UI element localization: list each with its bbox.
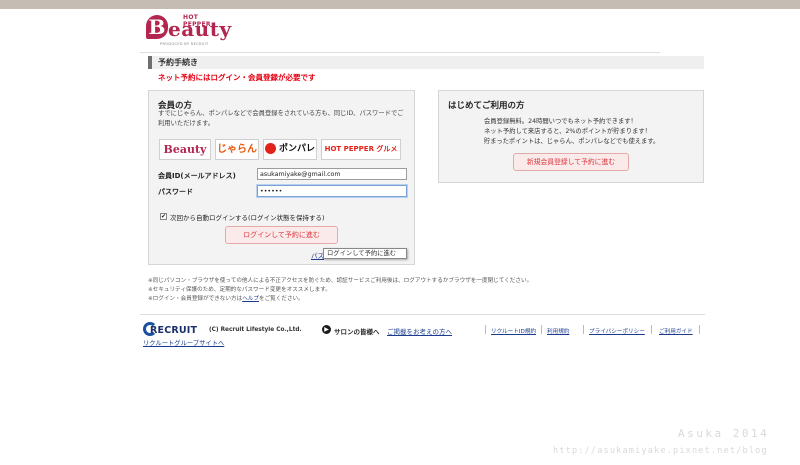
new-user-benefits: 会員登録無料。24時間いつでもネット予約できます！ ネット予約して来店すると、2… [484,117,684,147]
member-id-label: 会員ID(メールアドレス) [158,172,236,180]
login-required-notice: ネット予約にはログイン・会員登録が必要です [158,73,316,82]
member-description: すでにじゃらん、ポンパレなどで会員登録をされている方も、同じID、パスワードでご… [158,110,404,127]
brand-ponpare-logo: ポンパレ [263,139,317,160]
new-user-heading: はじめてご利用の方 [448,101,525,111]
auto-login-checkbox[interactable]: ✔ [160,213,167,220]
note-line: ※同じパソコン・ブラウザを使っての他人による不正アクセスを防ぐため、認証サービス… [148,278,533,284]
logo-b-mark: B [146,15,168,39]
footer-separator [699,325,700,334]
logo-beauty-text: eauty [168,17,232,41]
arrow-circle-icon: ▶ [322,325,331,334]
salon-label: サロンの皆様へ [334,328,380,336]
note-text: ※ログイン・会員登録ができない方は [148,296,243,302]
password-input[interactable] [257,185,407,197]
footer-separator [485,325,486,334]
brand-jalan-logo: じゃらん [215,139,259,160]
note-line: ※ログイン・会員登録ができない方はヘルプをご覧ください。 [148,295,532,304]
footer-link-guide[interactable]: ご利用ガイド [659,327,693,335]
footer-separator [651,325,652,334]
page-title: 予約手続き [148,56,704,69]
member-id-input[interactable] [257,168,407,180]
ponpare-icon [264,143,276,154]
salon-listing-link[interactable]: ご掲載をお考えの方へ [387,326,452,336]
login-button-tooltip: ログインして予約に進む [323,248,407,259]
note-text: をご覧ください。 [258,296,304,302]
auto-login-label[interactable]: 次回から自動ログインする(ログイン状態を保持する) [170,212,325,222]
watermark-url: http://asukamiyake.pixnet.net/blog [553,446,768,456]
brand-ponpare-text: ポンパレ [278,144,315,154]
footer-link-recruit-id-terms[interactable]: リクルートID規約 [491,327,536,335]
login-and-reserve-button[interactable]: ログインして予約に進む [225,226,338,244]
partner-brands: Beauty じゃらん ポンパレ HOT PEPPER グルメ [159,139,409,161]
footer-link-privacy[interactable]: プライバシーポリシー [589,327,645,335]
brand-beauty-logo: Beauty [159,139,211,160]
hotpepper-beauty-logo[interactable]: B HOT PEPPER eauty PRODUCED BY RECRUIT [146,13,231,47]
copyright: (C) Recruit Lifestyle Co.,Ltd. [209,327,302,333]
benefit-line: 貯まったポイントは、じゃらん、ポンパレなどでも使えます。 [484,138,660,145]
new-user-panel: はじめてご利用の方 会員登録無料。24時間いつでもネット予約できます！ ネット予… [438,90,704,183]
watermark-signature: Asuka 2014 [678,427,770,440]
recruit-logo-text: RECRUIT [150,325,198,336]
benefit-line: ネット予約して来店すると、2%のポイントが貯まります！ [484,128,651,135]
security-notes: ※同じパソコン・ブラウザを使っての他人による不正アクセスを防ぐため、認証サービス… [148,277,532,304]
top-bar [0,0,800,9]
footer-separator [541,325,542,334]
recruit-logo[interactable]: RECRUIT [143,320,205,338]
footer-link-terms[interactable]: 利用規約 [547,327,569,335]
brand-hotpepper-gourmet-logo: HOT PEPPER グルメ [321,139,401,160]
help-link[interactable]: ヘルプ [242,296,259,302]
register-and-reserve-button[interactable]: 新規会員登録して予約に進む [513,153,629,171]
benefit-line: 会員登録無料。24時間いつでもネット予約できます！ [484,118,637,125]
recruit-group-link[interactable]: リクルートグループサイトへ [143,338,224,347]
header-divider [140,52,660,53]
logo-produced-by: PRODUCED BY RECRUIT [160,42,209,46]
footer-separator [583,325,584,334]
note-line: ※セキュリティ保護のため、定期的なパスワード変更をオススメします。 [148,287,331,293]
member-login-panel: 会員の方 すでにじゃらん、ポンパレなどで会員登録をされている方も、同じID、パス… [148,90,415,265]
footer-divider [140,314,705,315]
password-label: パスワード [158,188,193,196]
